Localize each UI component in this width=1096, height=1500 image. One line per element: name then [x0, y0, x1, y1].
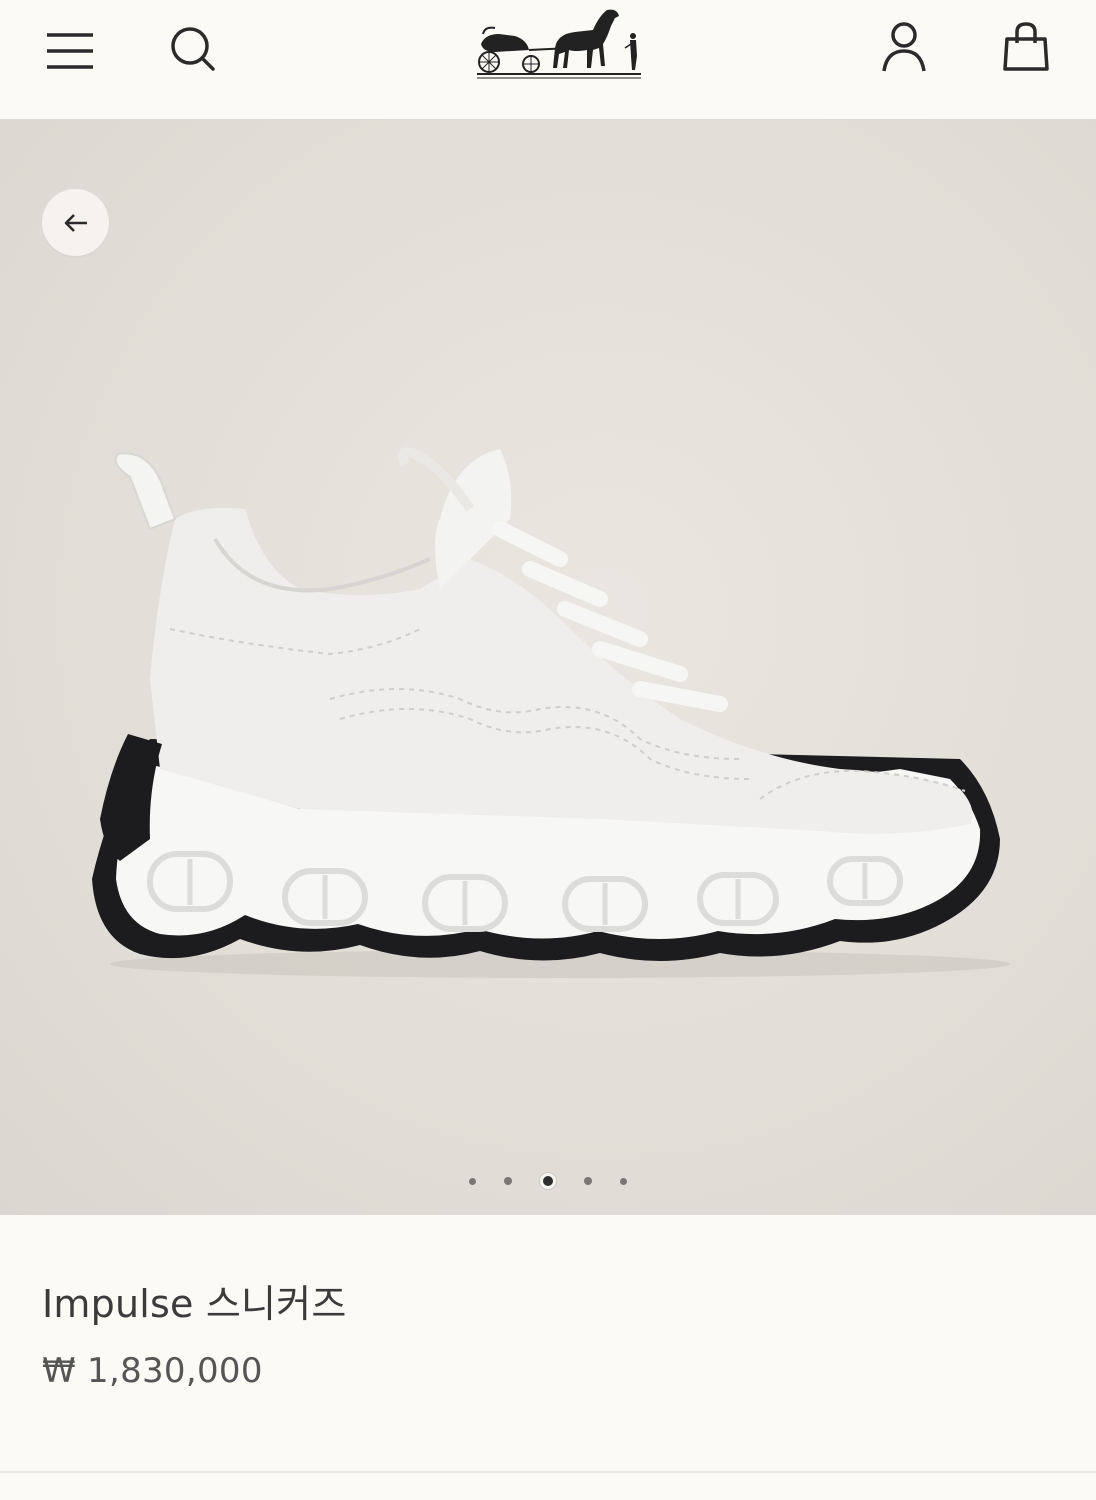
back-button[interactable] — [42, 189, 109, 256]
hermes-carriage-logo[interactable] — [475, 4, 645, 82]
menu-button[interactable] — [40, 22, 100, 76]
search-button[interactable] — [163, 22, 223, 76]
account-icon — [882, 22, 926, 72]
product-price: ₩ 1,830,000 — [42, 1351, 263, 1391]
carousel-dots — [0, 1171, 1096, 1191]
product-image-gallery[interactable] — [0, 119, 1096, 1215]
divider — [0, 1471, 1096, 1473]
product-page: Impulse 스니커즈 ₩ 1,830,000 — [0, 0, 1096, 1500]
carousel-dot[interactable] — [584, 1177, 592, 1185]
carousel-dot[interactable] — [469, 1177, 476, 1185]
carousel-dot-active[interactable] — [540, 1173, 556, 1189]
search-icon — [171, 27, 215, 71]
carousel-dot[interactable] — [504, 1177, 512, 1185]
hamburger-menu-icon — [47, 33, 93, 69]
carousel-dot[interactable] — [620, 1177, 627, 1185]
account-button[interactable] — [874, 18, 934, 76]
shopping-bag-button[interactable] — [996, 18, 1056, 76]
shopping-bag-icon — [1003, 22, 1049, 71]
white-sneaker-photo — [92, 447, 1010, 978]
top-header — [0, 0, 1096, 119]
product-info: Impulse 스니커즈 ₩ 1,830,000 — [0, 1215, 1096, 1500]
arrow-left-icon — [64, 213, 87, 232]
product-title: Impulse 스니커즈 — [42, 1282, 347, 1326]
